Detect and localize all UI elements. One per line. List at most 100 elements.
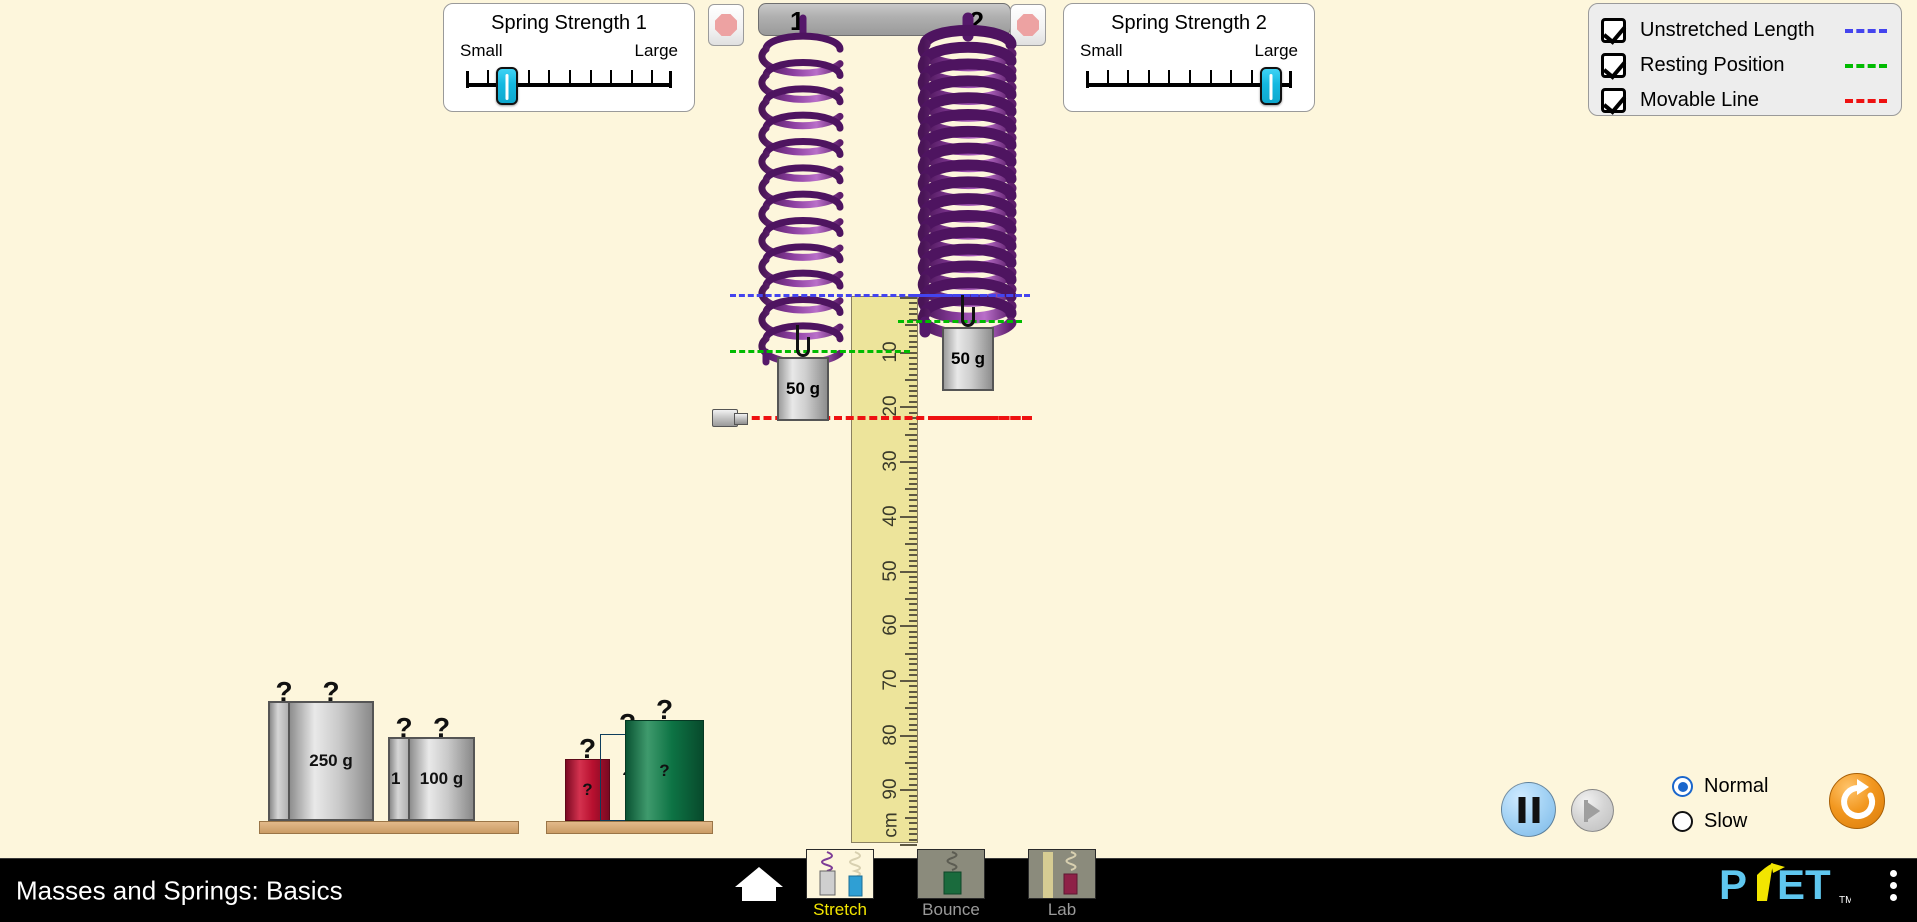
ruler-tick: [909, 444, 917, 447]
movable-line-handle[interactable]: [712, 409, 748, 427]
slow-radio[interactable]: [1672, 811, 1693, 832]
ruler-number: 70: [880, 669, 901, 691]
spring-strength-2-title: Spring Strength 2: [1111, 12, 1267, 34]
ruler-tick: [909, 575, 917, 578]
speed-option-normal[interactable]: Normal: [1672, 775, 1768, 798]
resting-position-checkbox[interactable]: [1601, 53, 1626, 78]
spring-2[interactable]: [917, 12, 1017, 341]
kebab-menu-icon[interactable]: [1890, 865, 1897, 906]
spring-strength-2-min-label: Small: [1080, 41, 1123, 60]
shelf-mass-100g-label: 100 g: [419, 769, 464, 788]
normal-radio[interactable]: [1672, 776, 1693, 797]
ruler-tick: [909, 307, 917, 310]
slider-tick: [1189, 70, 1191, 84]
ruler-tick: [909, 696, 917, 699]
unstretched-length-label: Unstretched Length: [1640, 19, 1815, 41]
ruler-tick: [909, 439, 917, 442]
shelf-mass-250g-behind[interactable]: ?: [268, 678, 293, 821]
slow-label: Slow: [1704, 810, 1748, 832]
shelf-mass-100g-behind[interactable]: ? 1: [388, 714, 413, 821]
tab-lab[interactable]: Lab: [1028, 849, 1096, 920]
hanging-mass-spring-2[interactable]: 50 g: [942, 295, 994, 391]
tab-stretch-label: Stretch: [813, 900, 867, 919]
spring-strength-1-slider-thumb[interactable]: [496, 67, 519, 105]
question-hook-icon: ?: [322, 676, 340, 707]
octagon-stop-icon: [1017, 14, 1039, 36]
tab-bounce-thumbnail: [917, 849, 985, 899]
ruler-tick: [909, 701, 917, 704]
ruler-tick: [909, 389, 917, 392]
ruler-tick: [909, 685, 917, 688]
ruler-tick: [909, 718, 917, 721]
ruler-tick: [909, 663, 917, 666]
ruler-tick: [909, 477, 917, 480]
resting-position-label: Resting Position: [1640, 54, 1785, 76]
page-title: Masses and Springs: Basics: [16, 875, 343, 905]
home-button[interactable]: [733, 863, 785, 908]
shelf-mass-100g-behind-label: 1: [391, 769, 401, 788]
slider-end-right: [1289, 71, 1292, 88]
reset-all-button[interactable]: [1829, 773, 1885, 829]
slider-tick: [1127, 70, 1130, 84]
ruler-tick: [909, 767, 917, 770]
ruler-tick: [900, 461, 917, 464]
ruler-tick: [905, 816, 917, 819]
ruler-unit-label: cm: [880, 812, 901, 838]
shelf-mass-250g[interactable]: ? 250 g: [288, 678, 374, 821]
ruler-tick: [909, 827, 917, 830]
resting-position-dash-icon: [1845, 63, 1887, 68]
shelf-mass-100g[interactable]: ? 100 g: [408, 714, 475, 821]
svg-text:P: P: [1719, 861, 1747, 908]
simulation-stage: Spring Strength 1 Small Large 1 2 Spring…: [0, 0, 1917, 922]
tab-stretch[interactable]: Stretch: [806, 849, 874, 920]
ruler-tick: [905, 597, 917, 600]
stop-spring-1-button[interactable]: [708, 4, 744, 46]
ruler-tick: [909, 450, 917, 453]
hanging-mass-spring-1[interactable]: 50 g: [777, 325, 829, 421]
slider-end-left: [466, 71, 469, 88]
ruler-number: 80: [880, 724, 901, 746]
ruler-tick: [909, 674, 917, 677]
checkbox-row-resting-position[interactable]: Resting Position: [1601, 48, 1887, 83]
ruler-tick: [909, 329, 917, 332]
ruler-number: 30: [880, 450, 901, 472]
tab-bounce-label: Bounce: [922, 900, 980, 919]
spring-strength-1-slider[interactable]: [466, 65, 672, 111]
step-forward-icon: [1583, 799, 1600, 822]
spring-strength-2-panel: Spring Strength 2 Small Large: [1063, 3, 1315, 112]
ruler-tick: [909, 658, 917, 661]
checkbox-row-movable-line[interactable]: Movable Line: [1601, 83, 1887, 118]
ruler[interactable]: 10 20 30 40 50 60 70 80 90 cm: [851, 296, 918, 846]
spring-strength-2-slider-thumb[interactable]: [1260, 67, 1283, 105]
spring-strength-2-range-labels: Small Large: [1064, 41, 1314, 61]
ruler-tick: [909, 608, 917, 611]
tab-bounce[interactable]: Bounce: [917, 849, 985, 920]
ruler-tick: [909, 723, 917, 726]
phet-logo[interactable]: P ET TM: [1719, 861, 1853, 914]
movable-line-checkbox[interactable]: [1601, 88, 1626, 113]
pause-button[interactable]: [1501, 782, 1556, 837]
question-hook-icon: ?: [578, 733, 597, 764]
ruler-tick: [905, 761, 917, 764]
spring-2-number: 2: [969, 6, 984, 36]
spring-1[interactable]: [758, 14, 844, 367]
checkbox-row-unstretched-length[interactable]: Unstretched Length: [1601, 13, 1887, 48]
ruler-tick: [909, 822, 917, 825]
ruler-tick: [909, 833, 917, 836]
ruler-tick: [909, 482, 917, 485]
ruler-tick: [909, 740, 917, 743]
spring-strength-2-max-label: Large: [1254, 41, 1298, 60]
spring-strength-2-slider[interactable]: [1086, 65, 1292, 111]
speed-option-slow[interactable]: Slow: [1672, 810, 1747, 833]
slider-tick: [1230, 70, 1233, 84]
step-forward-button[interactable]: [1571, 789, 1614, 832]
ruler-tick: [900, 679, 917, 682]
unstretched-length-checkbox[interactable]: [1601, 18, 1626, 43]
slider-tick: [630, 70, 633, 84]
slider-tick: [527, 70, 530, 84]
shelf-mass-green[interactable]: ? ?: [625, 696, 704, 821]
spring-strength-1-panel: Spring Strength 1 Small Large: [443, 3, 695, 112]
stop-spring-2-button[interactable]: [1010, 4, 1046, 46]
ruler-tick: [900, 297, 917, 299]
slider-tick: [1106, 70, 1109, 84]
